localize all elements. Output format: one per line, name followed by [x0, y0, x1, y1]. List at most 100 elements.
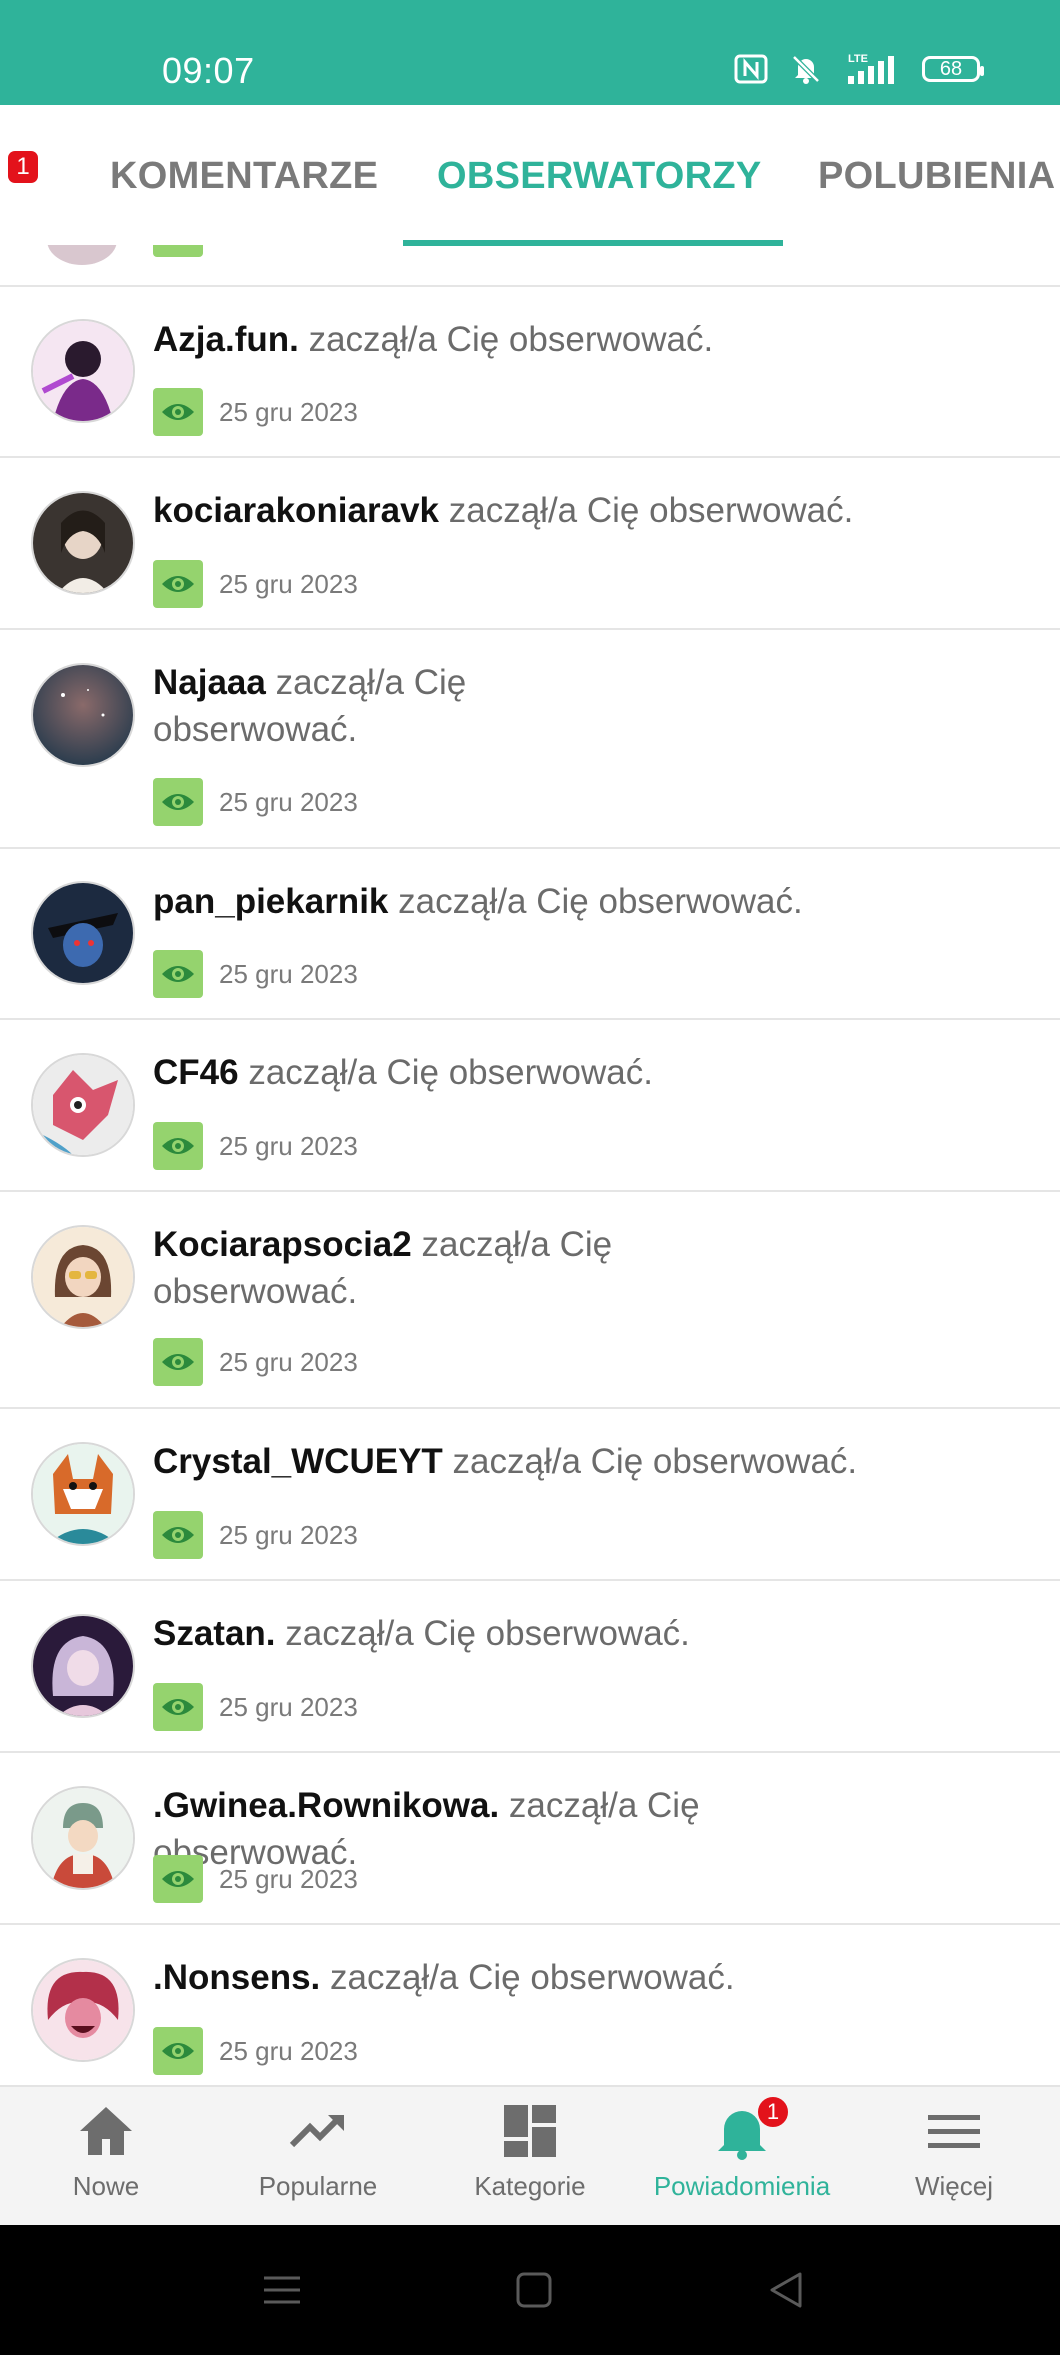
- username: Crystal_WCUEYT: [153, 1442, 443, 1481]
- avatar: [31, 1442, 135, 1546]
- tab-komentarze[interactable]: KOMENTARZE: [110, 155, 378, 198]
- nav-popularne[interactable]: Popularne: [212, 2087, 424, 2227]
- nav-wiecej[interactable]: Więcej: [848, 2087, 1060, 2227]
- status-time: 09:07: [162, 50, 255, 91]
- eye-icon: [153, 1683, 203, 1731]
- notification-text: Kociarapsocia2 zaczął/a Cię obserwować.: [153, 1221, 893, 1315]
- nav-label: Powiadomienia: [653, 2171, 831, 2201]
- username: kociarakoniaravk: [153, 491, 440, 530]
- notification-meta: 25 gru 2023: [153, 2027, 358, 2075]
- list-item[interactable]: CF46 zaczął/a Cię obserwować. 25 gru 202…: [0, 1020, 1060, 1192]
- nav-nowe[interactable]: Nowe: [0, 2087, 212, 2227]
- notification-date: 25 gru 2023: [219, 1346, 358, 1377]
- avatar: [31, 881, 135, 985]
- username: Azja.fun.: [153, 320, 299, 359]
- notification-action: zaczął/a Cię obserwować.: [330, 1958, 735, 1997]
- username: Kociarapsocia2: [153, 1225, 412, 1264]
- nav-label: Więcej: [914, 2171, 993, 2201]
- recent-apps-icon[interactable]: [262, 2270, 302, 2310]
- avatar: [31, 1614, 135, 1718]
- eye-icon: [153, 1855, 203, 1903]
- battery-level: 68: [939, 57, 963, 80]
- notification-date: 25 gru 2023: [219, 786, 358, 817]
- username: CF46: [153, 1053, 239, 1092]
- notification-list[interactable]: Azja.fun. zaczął/a Cię obserwować. 25 gr…: [0, 245, 1060, 2085]
- list-item[interactable]: Azja.fun. zaczął/a Cię obserwować. 25 gr…: [0, 287, 1060, 458]
- back-icon[interactable]: [766, 2270, 806, 2310]
- notification-meta: 25 gru 2023: [153, 778, 358, 826]
- list-item[interactable]: Crystal_WCUEYT zaczął/a Cię obserwować. …: [0, 1409, 1060, 1581]
- tab-bar: 1 KOMENTARZE OBSERWATORZY POLUBIENIA: [0, 105, 1060, 246]
- eye-icon: [153, 560, 203, 608]
- eye-icon: [153, 1511, 203, 1559]
- nav-label: Kategorie: [474, 2171, 586, 2201]
- list-item-partial[interactable]: [0, 245, 1060, 287]
- notification-text: CF46 zaczął/a Cię obserwować.: [153, 1049, 893, 1096]
- battery-icon: 68: [922, 56, 984, 82]
- notification-action: zaczął/a Cię obserwować.: [248, 1053, 653, 1092]
- menu-icon: [928, 2115, 980, 2148]
- tab-polubienia[interactable]: POLUBIENIA: [818, 155, 1055, 198]
- eye-icon: [153, 1122, 203, 1170]
- notification-text: kociarakoniaravk zaczął/a Cię obserwować…: [153, 487, 893, 534]
- notification-text: Azja.fun. zaczął/a Cię obserwować.: [153, 316, 893, 363]
- trending-icon: [289, 2115, 344, 2148]
- list-item[interactable]: Najaaa zaczął/a Cię obserwować. 25 gru 2…: [0, 630, 1060, 849]
- notification-text: Najaaa zaczął/a Cię obserwować.: [153, 659, 893, 753]
- list-item[interactable]: Szatan. zaczął/a Cię obserwować. 25 gru …: [0, 1581, 1060, 1753]
- avatar: [31, 1053, 135, 1157]
- status-bar: 09:07 LTE 68: [0, 0, 1060, 105]
- svg-text:LTE: LTE: [848, 53, 868, 65]
- home-button-icon[interactable]: [514, 2270, 554, 2310]
- notification-action-line2: obserwować.: [153, 710, 358, 749]
- username: Szatan.: [153, 1614, 276, 1653]
- notification-meta: 25 gru 2023: [153, 1683, 358, 1731]
- notification-meta: 25 gru 2023: [153, 1122, 358, 1170]
- avatar: [31, 1958, 135, 2062]
- list-item[interactable]: .Gwinea.Rownikowa. zaczął/a Cię obserwow…: [0, 1753, 1060, 1925]
- notification-meta: 25 gru 2023: [153, 1855, 358, 1903]
- notification-action: zaczął/a Cię: [275, 663, 467, 702]
- status-icons: LTE 68: [734, 52, 984, 86]
- tab-badge: 1: [8, 151, 38, 183]
- avatar: [47, 245, 117, 265]
- notification-date: 25 gru 2023: [219, 2035, 358, 2066]
- notification-meta: 25 gru 2023: [153, 1338, 358, 1386]
- list-item[interactable]: pan_piekarnik zaczął/a Cię obserwować. 2…: [0, 849, 1060, 1020]
- notification-badge: 1: [756, 2095, 790, 2129]
- lte-signal-icon: LTE: [848, 53, 894, 84]
- notification-action: zaczął/a Cię obserwować.: [448, 491, 854, 530]
- notification-date: 25 gru 2023: [219, 1130, 358, 1161]
- username: .Gwinea.Rownikowa.: [153, 1786, 500, 1825]
- notification-action-line2: obserwować.: [153, 1272, 358, 1311]
- nav-label: Nowe: [72, 2171, 140, 2201]
- tab-obserwatorzy[interactable]: OBSERWATORZY: [437, 155, 762, 198]
- categories-icon: [504, 2105, 556, 2157]
- notification-action: zaczął/a Cię obserwować.: [308, 320, 714, 359]
- avatar: [31, 1786, 135, 1890]
- nav-label: Popularne: [258, 2171, 378, 2201]
- nav-powiadomienia[interactable]: 1 Powiadomienia: [636, 2087, 848, 2227]
- avatar: [31, 491, 135, 595]
- notification-date: 25 gru 2023: [219, 1691, 358, 1722]
- avatar: [31, 319, 135, 423]
- notification-date: 25 gru 2023: [219, 958, 358, 989]
- nav-kategorie[interactable]: Kategorie: [424, 2087, 636, 2227]
- home-icon: [80, 2107, 132, 2155]
- notification-date: 25 gru 2023: [219, 1519, 358, 1550]
- list-item[interactable]: kociarakoniaravk zaczął/a Cię obserwować…: [0, 458, 1060, 630]
- eye-icon: [153, 2027, 203, 2075]
- username: .Nonsens.: [153, 1958, 321, 1997]
- notification-text: Szatan. zaczął/a Cię obserwować.: [153, 1610, 893, 1657]
- nfc-icon: [734, 54, 768, 84]
- notification-meta: 25 gru 2023: [153, 950, 358, 998]
- eye-chip: [153, 245, 203, 257]
- username: Najaaa: [153, 663, 266, 702]
- list-item[interactable]: .Nonsens. zaczął/a Cię obserwować. 25 gr…: [0, 1925, 1060, 2085]
- list-item[interactable]: Kociarapsocia2 zaczął/a Cię obserwować. …: [0, 1192, 1060, 1409]
- mute-icon: [792, 55, 820, 84]
- eye-icon: [153, 388, 203, 436]
- username: pan_piekarnik: [153, 882, 389, 921]
- notification-action: zaczął/a Cię: [421, 1225, 613, 1264]
- notification-date: 25 gru 2023: [219, 1863, 358, 1894]
